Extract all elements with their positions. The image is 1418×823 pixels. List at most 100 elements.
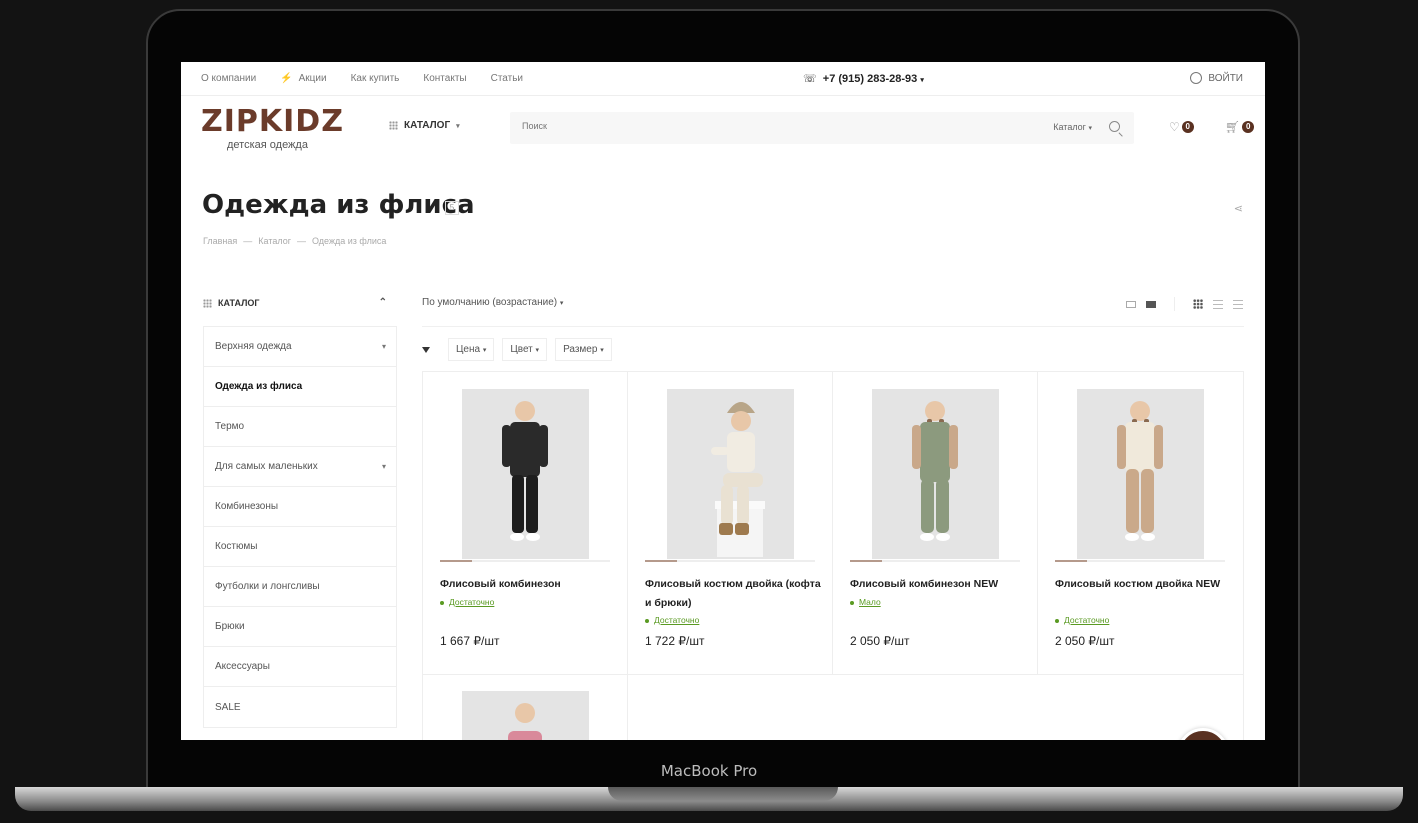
product-photo[interactable] [1077, 389, 1204, 559]
search-bar: Каталог ▾ [510, 112, 1134, 144]
image-slider-indicator [1055, 560, 1225, 562]
search-icon[interactable] [1109, 121, 1120, 132]
chevron-down-icon: ▾ [456, 122, 460, 130]
chevron-up-icon[interactable]: ⌃ [379, 297, 387, 308]
product-card[interactable]: Флисовый комбинезон NEW Мало 2 050 ₽/шт [833, 372, 1038, 675]
chevron-down-icon: ▾ [559, 300, 564, 307]
chevron-down-icon: ▾ [1088, 125, 1092, 132]
sidebar-heading[interactable]: КАТАЛОГ ⌃ [203, 297, 393, 308]
grid-view-icon[interactable] [1193, 299, 1203, 309]
top-nav: О компании ⚡ Акции Как купить Контакты Ст… [201, 73, 523, 84]
filter-label: Цена [456, 344, 481, 355]
login-label: ВОЙТИ [1208, 72, 1243, 84]
divider [422, 326, 1244, 327]
catalog-button-label: КАТАЛОГ [404, 120, 451, 131]
view-wide-tiles-icon[interactable] [1146, 300, 1156, 308]
nav-contacts[interactable]: Контакты [423, 73, 466, 84]
product-photo[interactable] [872, 389, 999, 559]
grid-icon [203, 298, 212, 308]
item-count-badge: 5 [445, 201, 459, 215]
sidebar-item-label: Для самых маленьких [215, 461, 318, 472]
list-view-icon[interactable] [1213, 299, 1223, 309]
product-card[interactable]: Флисовый комбинезон Достаточно 1 667 ₽/ш… [423, 372, 628, 675]
sidebar-menu: Верхняя одежда ▾ Одежда из флиса Термо Дл… [203, 326, 397, 728]
phone-text: +7 (915) 283-28-93 [822, 73, 918, 85]
sidebar-item-label: Костюмы [215, 541, 258, 552]
site-logo[interactable]: ZIPKIDZ [201, 104, 344, 139]
filter-price[interactable]: Цена ▾ [448, 338, 495, 361]
sidebar-item-label: Аксессуары [215, 661, 270, 672]
product-price: 1 722 ₽/шт [645, 634, 705, 648]
sidebar-item-accessories[interactable]: Аксессуары [204, 647, 396, 687]
chevron-down-icon: ▾ [381, 462, 386, 471]
sidebar-item-tshirts[interactable]: Футболки и лонгсливы [204, 567, 396, 607]
product-grid: Флисовый комбинезон Достаточно 1 667 ₽/ш… [422, 371, 1244, 740]
compact-list-icon[interactable] [1233, 299, 1243, 309]
child-photo-image [502, 401, 548, 541]
phone-icon: ☏ [803, 73, 817, 85]
filter-color[interactable]: Цвет ▾ [502, 338, 548, 361]
child-photo-image [711, 402, 765, 557]
product-name[interactable]: Флисовый комбинезон NEW [850, 575, 1028, 594]
catalog-button[interactable]: КАТАЛОГ ▾ [389, 120, 460, 131]
search-input[interactable] [522, 121, 922, 131]
sidebar-item-pants[interactable]: Брюки [204, 607, 396, 647]
breadcrumb-separator: — [243, 236, 253, 246]
nav-about[interactable]: О компании [201, 73, 256, 84]
cart-button[interactable]: 🛒︎ 0 [1225, 120, 1255, 134]
product-photo[interactable] [462, 389, 589, 559]
filter-icon[interactable] [422, 346, 430, 353]
image-slider-indicator [440, 560, 610, 562]
search-scope-select[interactable]: Каталог ▾ [1053, 122, 1092, 132]
view-tiles-icon[interactable] [1126, 300, 1136, 308]
share-icon[interactable]: ⋖ [1234, 202, 1243, 215]
stock-status: Достаточно [440, 597, 494, 607]
sort-select[interactable]: По умолчанию (возрастание) ▾ [422, 297, 563, 308]
device-label: MacBook Pro [660, 762, 758, 780]
sidebar-item-overalls[interactable]: Комбинезоны [204, 487, 396, 527]
breadcrumb-catalog[interactable]: Каталог [258, 236, 291, 246]
sidebar-item-suits[interactable]: Костюмы [204, 527, 396, 567]
sidebar-item-thermo[interactable]: Термо [204, 407, 396, 447]
nav-promotions[interactable]: ⚡ Акции [280, 73, 326, 84]
nav-articles[interactable]: Статьи [491, 73, 523, 84]
logo-tagline: детская одежда [227, 139, 308, 151]
sidebar-item-label: Одежда из флиса [215, 381, 303, 392]
lightning-icon: ⚡ [280, 73, 293, 84]
image-slider-indicator [645, 560, 815, 562]
stock-status: Достаточно [645, 615, 699, 625]
product-name[interactable]: Флисовый комбинезон [440, 575, 618, 594]
product-photo[interactable] [462, 691, 589, 740]
nav-promotions-label: Акции [298, 73, 327, 84]
login-link[interactable]: ВОЙТИ [1190, 72, 1243, 84]
child-photo-image [912, 401, 958, 541]
product-card[interactable] [423, 675, 628, 740]
sidebar-item-outerwear[interactable]: Верхняя одежда ▾ [204, 327, 396, 367]
cart-badge: 0 [1242, 121, 1255, 133]
user-icon [1190, 72, 1203, 84]
cart-icon: 🛒︎ [1225, 120, 1241, 134]
view-switcher [1126, 297, 1243, 311]
product-price: 2 050 ₽/шт [850, 634, 910, 648]
sidebar-item-label: Футболки и лонгсливы [215, 581, 320, 592]
product-name[interactable]: Флисовый костюм двойка (кофта и брюки) [645, 575, 823, 613]
favorites-button[interactable]: ♡ 0 [1169, 120, 1194, 134]
sidebar-item-fleece[interactable]: Одежда из флиса [204, 367, 396, 407]
chevron-down-icon: ▾ [381, 342, 386, 351]
nav-how-to-buy[interactable]: Как купить [351, 73, 400, 84]
filter-size[interactable]: Размер ▾ [555, 338, 612, 361]
breadcrumb-home[interactable]: Главная [203, 236, 237, 246]
phone-number[interactable]: ☏ +7 (915) 283-28-93 ▾ [803, 72, 924, 85]
product-card[interactable]: Флисовый костюм двойка (кофта и брюки) Д… [628, 372, 833, 675]
stock-status: Достаточно [1055, 615, 1109, 625]
sort-label: По умолчанию (возрастание) [422, 297, 558, 308]
product-card[interactable]: Флисовый костюм двойка NEW Достаточно 2 … [1038, 372, 1243, 675]
product-name[interactable]: Флисовый костюм двойка NEW [1055, 575, 1233, 594]
filter-label: Цвет [510, 344, 533, 355]
product-photo[interactable] [667, 389, 794, 559]
chevron-down-icon: ▾ [600, 347, 604, 354]
sidebar-item-label: SALE [215, 701, 241, 713]
sidebar-item-sale[interactable]: SALE [204, 687, 396, 727]
top-bar: О компании ⚡ Акции Как купить Контакты Ст… [181, 62, 1265, 96]
sidebar-item-babies[interactable]: Для самых маленьких ▾ [204, 447, 396, 487]
